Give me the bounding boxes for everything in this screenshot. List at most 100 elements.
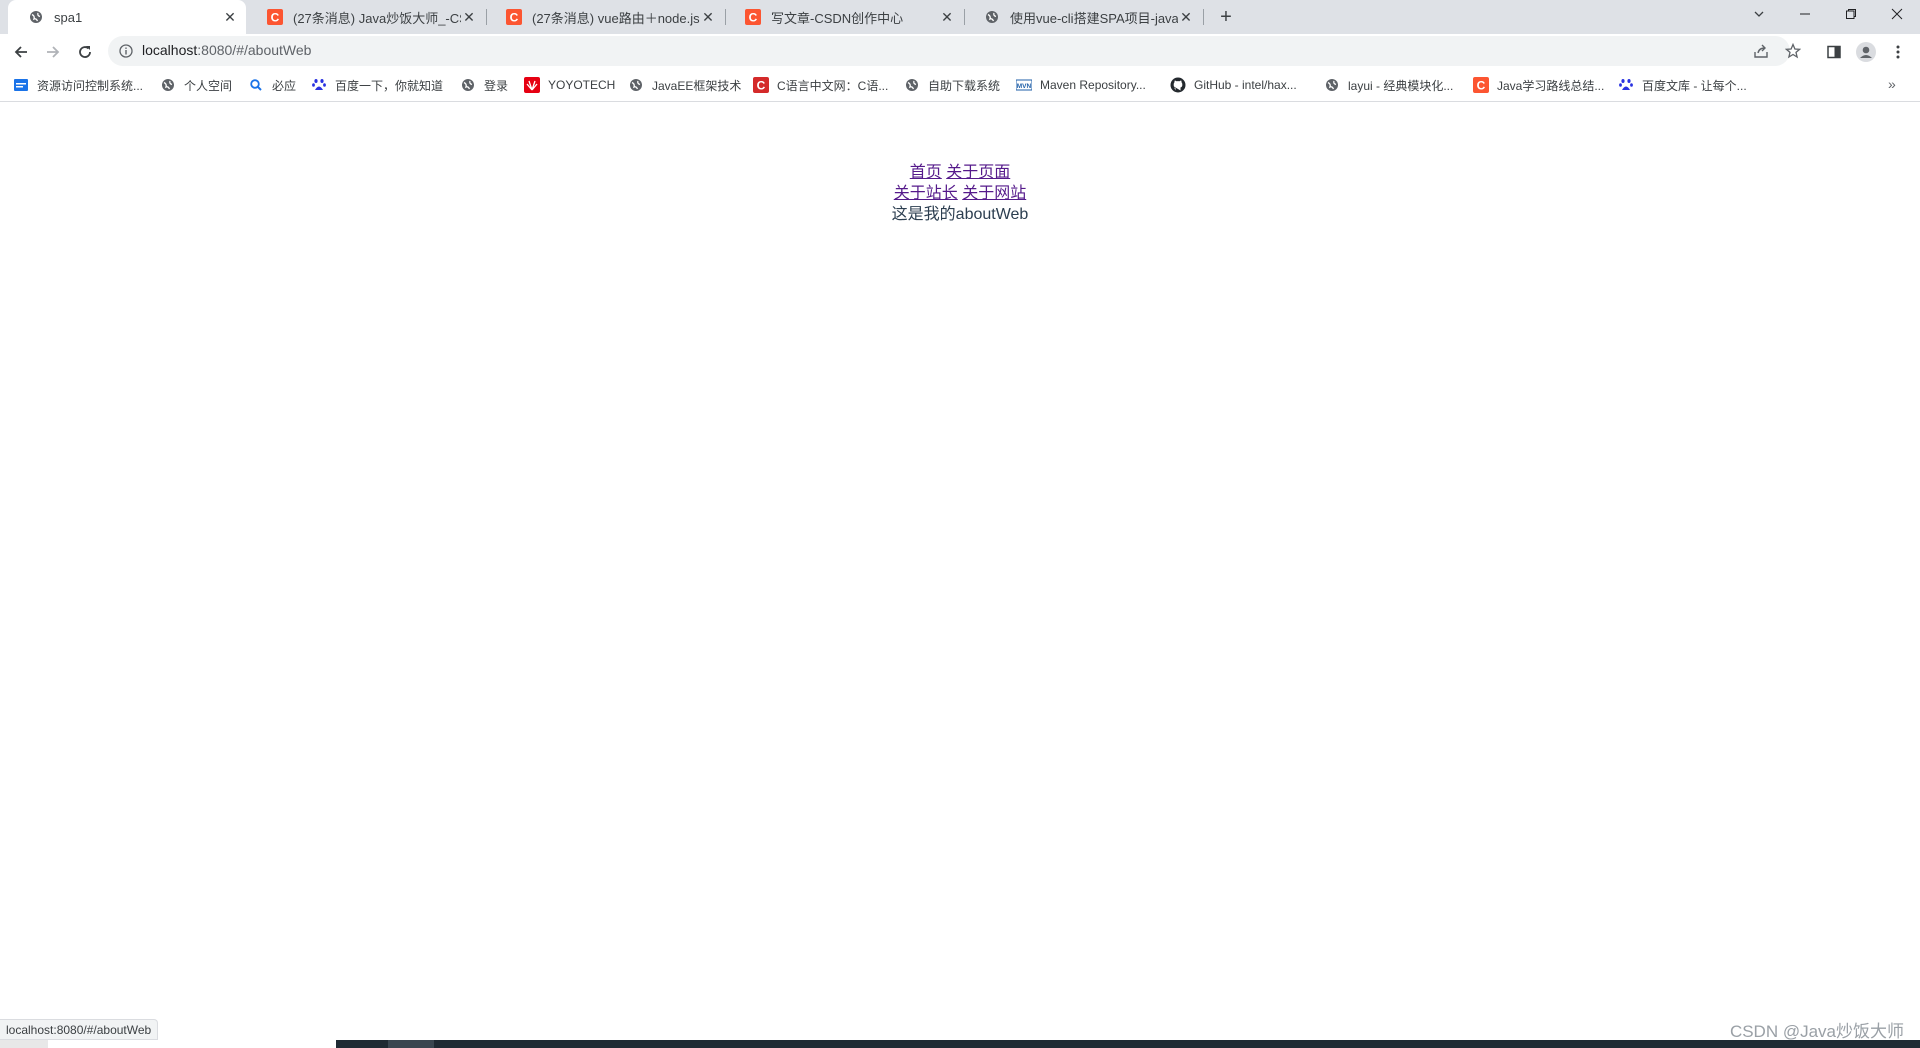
bookmark-item[interactable]: layui - 经典模块化... <box>1324 76 1453 94</box>
page-viewport: 首页 关于页面 关于站长 关于网站 这是我的aboutWeb <box>0 102 1920 1022</box>
csdn-icon: C <box>1473 77 1489 93</box>
tab-vue-cli-spa[interactable]: 使用vue-cli搭建SPA项目-javaxl- ✕ <box>964 0 1202 34</box>
new-tab-button[interactable]: + <box>1213 5 1239 29</box>
url-host: localhost <box>142 42 198 58</box>
tab-csdn-profile[interactable]: C (27条消息) Java炒饭大师_-CSDN ✕ <box>247 0 485 34</box>
svg-text:C: C <box>1477 79 1486 93</box>
link-about[interactable]: 关于页面 <box>946 164 1010 181</box>
baidu-paw-icon <box>311 77 327 93</box>
tab-title: 使用vue-cli搭建SPA项目-javaxl- <box>1010 10 1178 26</box>
bookmark-item[interactable]: MVN Maven Repository... <box>1016 76 1146 94</box>
tab-title: 写文章-CSDN创作中心 <box>771 10 904 26</box>
bookmark-label: GitHub - intel/hax... <box>1194 78 1297 92</box>
bookmark-item[interactable]: YOYOTECH <box>524 76 615 94</box>
globe-icon <box>460 77 476 93</box>
bookmark-label: 自助下载系统 <box>928 78 1001 93</box>
bookmark-star-icon[interactable] <box>1783 41 1803 61</box>
tab-strip: spa1 ✕ C (27条消息) Java炒饭大师_-CSDN ✕ C (27条… <box>0 0 1920 34</box>
svg-text:C: C <box>510 11 519 25</box>
bookmark-item[interactable]: 自助下载系统 <box>904 76 1000 94</box>
bookmark-label: YOYOTECH <box>548 78 616 92</box>
profile-avatar-icon[interactable] <box>1852 38 1880 66</box>
close-icon[interactable]: ✕ <box>939 9 955 25</box>
svg-text:C: C <box>271 11 280 25</box>
bookmark-label: Java学习路线总结... <box>1497 78 1605 93</box>
svg-text:C: C <box>757 79 766 93</box>
site-info-icon[interactable] <box>118 43 134 59</box>
bookmarks-bar: 资源访问控制系统... 个人空间 必应 百度一下，你就知道 登录 YOYOTEC… <box>0 68 1920 102</box>
tab-vue-router[interactable]: C (27条消息) vue路由＋node.js环 ✕ <box>486 0 724 34</box>
forward-arrow-icon[interactable] <box>39 38 67 66</box>
menu-kebab-icon[interactable] <box>1884 38 1912 66</box>
github-icon <box>1170 77 1186 93</box>
globe-icon <box>628 77 644 93</box>
globe-icon <box>1324 77 1340 93</box>
status-bubble: localhost:8080/#/aboutWeb <box>0 1019 159 1040</box>
svg-text:C: C <box>749 11 758 25</box>
share-icon[interactable] <box>1751 41 1771 61</box>
blue-app-icon <box>13 77 29 93</box>
more-bookmarks-chevron-icon[interactable]: » <box>1888 76 1896 92</box>
tab-csdn-editor[interactable]: C 写文章-CSDN创作中心 ✕ <box>725 0 963 34</box>
bookmark-label: 登录 <box>484 78 509 93</box>
bookmark-item[interactable]: 百度一下，你就知道 <box>311 76 443 94</box>
about-web-content: 这是我的aboutWeb <box>891 206 1029 223</box>
tab-title: (27条消息) Java炒饭大师_-CSDN <box>293 10 461 26</box>
side-panel-icon[interactable] <box>1820 38 1848 66</box>
tab-search-chevron-icon[interactable] <box>1736 0 1782 28</box>
close-icon[interactable]: ✕ <box>461 9 477 25</box>
bookmark-item[interactable]: 百度文库 - 让每个... <box>1618 76 1747 94</box>
globe-icon <box>904 77 920 93</box>
search-icon <box>248 77 264 93</box>
csdn-icon: C <box>506 9 522 25</box>
close-icon[interactable]: ✕ <box>222 9 238 25</box>
minimize-icon[interactable] <box>1782 0 1828 28</box>
about-subnav: 关于站长 关于网站 <box>0 183 1920 204</box>
app-root: 首页 关于页面 关于站长 关于网站 这是我的aboutWeb <box>0 162 1920 225</box>
link-about-owner[interactable]: 关于站长 <box>894 185 958 202</box>
restore-icon[interactable] <box>1828 0 1874 28</box>
bookmark-label: 资源访问控制系统... <box>37 78 144 93</box>
bookmark-label: 百度一下，你就知道 <box>335 78 444 93</box>
bookmark-item[interactable]: 资源访问控制系统... <box>13 76 143 94</box>
tab-spa1[interactable]: spa1 ✕ <box>8 0 246 34</box>
back-arrow-icon[interactable] <box>7 38 35 66</box>
csdn-icon: C <box>745 9 761 25</box>
reload-icon[interactable] <box>71 38 99 66</box>
tab-title: spa1 <box>54 9 83 25</box>
bookmark-item[interactable]: 必应 <box>248 76 296 94</box>
taskbar-segment <box>48 1040 336 1048</box>
address-bar[interactable]: localhost:8080/#/aboutWeb <box>108 36 1801 66</box>
bookmark-label: 必应 <box>272 78 297 93</box>
mvn-icon: MVN <box>1016 77 1032 93</box>
baidu-paw-icon <box>1618 77 1634 93</box>
bookmark-item[interactable]: 个人空间 <box>160 76 232 94</box>
bookmark-label: 个人空间 <box>184 78 233 93</box>
link-about-site[interactable]: 关于网站 <box>962 185 1026 202</box>
bookmark-label: JavaEE框架技术 <box>652 78 742 93</box>
close-window-icon[interactable] <box>1874 0 1920 28</box>
taskbar-segment <box>0 1040 48 1048</box>
c-icon: C <box>753 77 769 93</box>
bookmark-item[interactable]: C Java学习路线总结... <box>1473 76 1604 94</box>
watermark: CSDN @Java炒饭大师 <box>1729 1022 1904 1041</box>
bookmark-label: layui - 经典模块化... <box>1348 78 1454 93</box>
close-icon[interactable]: ✕ <box>700 9 716 25</box>
close-icon[interactable]: ✕ <box>1178 9 1194 25</box>
globe-icon <box>984 9 1000 25</box>
main-nav: 首页 关于页面 <box>0 162 1920 183</box>
bookmark-label: Maven Repository... <box>1040 78 1146 92</box>
tab-separator <box>1203 9 1204 25</box>
link-home[interactable]: 首页 <box>910 164 942 181</box>
bookmark-item[interactable]: C C语言中文网：C语... <box>753 76 888 94</box>
huawei-icon <box>524 77 540 93</box>
url-text: localhost:8080/#/aboutWeb <box>142 42 311 58</box>
url-path: :8080/#/aboutWeb <box>197 42 312 58</box>
bookmark-item[interactable]: GitHub - intel/hax... <box>1170 76 1297 94</box>
bookmark-item[interactable]: 登录 <box>460 76 508 94</box>
svg-text:MVN: MVN <box>1017 83 1032 90</box>
tab-title: (27条消息) vue路由＋node.js环 <box>532 10 700 26</box>
bookmark-item[interactable]: JavaEE框架技术 <box>628 76 741 94</box>
csdn-icon: C <box>267 9 283 25</box>
os-taskbar <box>0 1040 1920 1048</box>
